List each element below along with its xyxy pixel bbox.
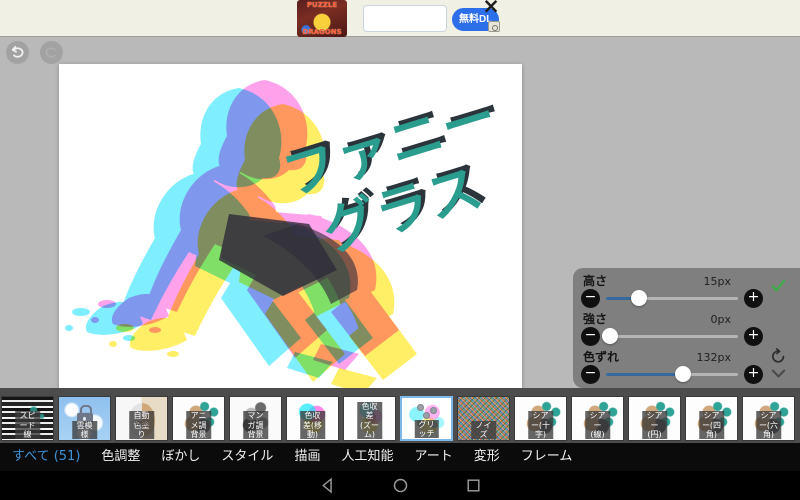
confirm-check-icon[interactable] xyxy=(770,277,787,294)
filter-thumbnail-label: 雲模様 xyxy=(71,420,98,439)
filter-thumbnail-label: 色収差(移動) xyxy=(299,411,326,439)
param-plus-button[interactable]: + xyxy=(744,326,763,346)
ad-search-input[interactable] xyxy=(363,5,447,32)
filter-thumbnail-label: シアー(六角) xyxy=(755,411,782,439)
filter-thumbnail-label: 自動色塗り xyxy=(128,411,155,439)
filter-thumbnail-label: アニメ調背景 xyxy=(185,411,212,439)
param-minus-button[interactable]: − xyxy=(581,364,600,384)
filter-thumbnail[interactable]: シアー(四角) xyxy=(685,396,738,441)
param-label: 強さ xyxy=(583,312,608,326)
param-value: 15px xyxy=(703,275,732,288)
filter-thumbnail[interactable]: シアー(十字) xyxy=(514,396,567,441)
nav-back-icon[interactable] xyxy=(319,477,336,494)
param-slider-thumb[interactable] xyxy=(631,290,647,306)
category-tab[interactable]: 人工知能 xyxy=(341,443,393,471)
category-tab[interactable]: アート xyxy=(414,443,452,471)
redo-icon xyxy=(45,47,56,58)
filter-thumbnail-label: シアー(円) xyxy=(641,411,668,439)
category-tab[interactable]: 変形 xyxy=(474,443,500,471)
filter-thumbnail-label: ノイズ xyxy=(470,420,497,439)
nav-home-icon[interactable] xyxy=(392,477,409,494)
param-minus-button[interactable]: − xyxy=(581,326,600,346)
filter-thumbnail-label: グリッチ xyxy=(414,419,439,438)
param-label: 高さ xyxy=(583,274,608,288)
param-slider-thumb[interactable] xyxy=(674,366,691,382)
drawing-canvas[interactable]: ファニー ファニー グラス グラス xyxy=(59,64,522,388)
param-slider-thumb[interactable] xyxy=(601,328,618,344)
category-tab[interactable]: フレーム xyxy=(521,443,573,471)
param-value: 0px xyxy=(710,313,732,326)
param-label: 色ずれ xyxy=(583,350,620,364)
param-slider-group: 強さ 0px − + xyxy=(581,311,763,346)
filter-thumbnail[interactable]: シアー(円) xyxy=(628,396,681,441)
param-slider-group: 高さ 15px − + xyxy=(581,273,763,308)
filter-thumbnail[interactable]: シアー(線) xyxy=(571,396,624,441)
ad-close-icon[interactable]: × xyxy=(482,0,500,17)
reset-refresh-icon[interactable] xyxy=(770,348,787,365)
param-slider-track[interactable] xyxy=(606,366,738,382)
filter-thumbnail-label: シアー(十字) xyxy=(527,411,554,439)
ad-choices-icon[interactable] xyxy=(488,21,500,32)
filter-thumbnail-label: シアー(線) xyxy=(584,411,611,439)
filter-thumbnail[interactable]: ノイズ xyxy=(457,396,510,441)
filter-params-panel: 高さ 15px − + 強さ 0px − + 色ずれ 132px − + xyxy=(573,268,800,388)
category-tab[interactable]: すべて (51) xyxy=(12,443,80,471)
category-tab[interactable]: ぼかし xyxy=(161,443,200,471)
filter-thumbnail[interactable]: スピード線 xyxy=(1,396,54,441)
glitch-artwork: ファニー ファニー グラス グラス xyxy=(65,78,509,388)
filter-thumbnail[interactable]: グリッチ xyxy=(400,396,453,441)
filter-thumbnail[interactable]: アニメ調背景 xyxy=(172,396,225,441)
filter-thumbnail-strip: スピード線 雲模様 自動色塗り アニメ調背景 マンガ調背景 色収差(移動) 色収差 (ズーム… xyxy=(0,388,800,443)
filter-thumbnail[interactable]: シアー(六角) xyxy=(742,396,795,441)
filter-thumbnail[interactable]: 色収差 (ズーム) xyxy=(343,396,396,441)
app-screen: PUZZLE DRAGONS 無料DL × ファニー ファニー グラス グラス … xyxy=(0,0,800,500)
ad-game-title-1: PUZZLE xyxy=(306,1,338,9)
filter-thumbnail-label: マンガ調背景 xyxy=(242,411,269,439)
param-plus-button[interactable]: + xyxy=(744,288,763,308)
undo-icon xyxy=(11,45,24,58)
param-slider-track[interactable] xyxy=(606,290,738,306)
ad-banner: PUZZLE DRAGONS 無料DL × xyxy=(0,0,800,37)
category-tab[interactable]: 色調整 xyxy=(101,443,140,471)
filter-thumbnail[interactable]: 自動色塗り xyxy=(115,396,168,441)
filter-thumbnail-label: スピード線 xyxy=(14,411,41,439)
filter-thumbnail[interactable]: 色収差(移動) xyxy=(286,396,339,441)
param-plus-button[interactable]: + xyxy=(744,364,763,384)
category-tab[interactable]: スタイル xyxy=(221,443,273,471)
param-slider-group: 色ずれ 132px − + xyxy=(581,349,763,384)
nav-recents-icon[interactable] xyxy=(465,477,482,494)
category-tab[interactable]: 描画 xyxy=(294,443,320,471)
android-nav-bar xyxy=(0,471,800,500)
redo-button[interactable] xyxy=(40,41,63,64)
param-minus-button[interactable]: − xyxy=(581,288,600,308)
collapse-chevron-down-icon[interactable] xyxy=(770,365,787,382)
filter-thumbnail[interactable]: 雲模様 xyxy=(58,396,111,441)
undo-button[interactable] xyxy=(6,41,29,64)
param-slider-track[interactable] xyxy=(601,328,738,344)
filter-thumbnail-label: シアー(四角) xyxy=(698,411,725,439)
filter-thumbnail[interactable]: マンガ調背景 xyxy=(229,396,282,441)
param-value: 132px xyxy=(696,351,732,364)
filter-category-bar: すべて (51) 色調整 ぼかし スタイル 描画 人工知能 アート 変形 フレーム xyxy=(0,443,800,471)
ad-game-icon[interactable]: PUZZLE DRAGONS xyxy=(297,0,347,37)
filter-thumbnail-label: 色収差 (ズーム) xyxy=(356,402,383,439)
ad-game-title-2: DRAGONS xyxy=(302,28,342,36)
